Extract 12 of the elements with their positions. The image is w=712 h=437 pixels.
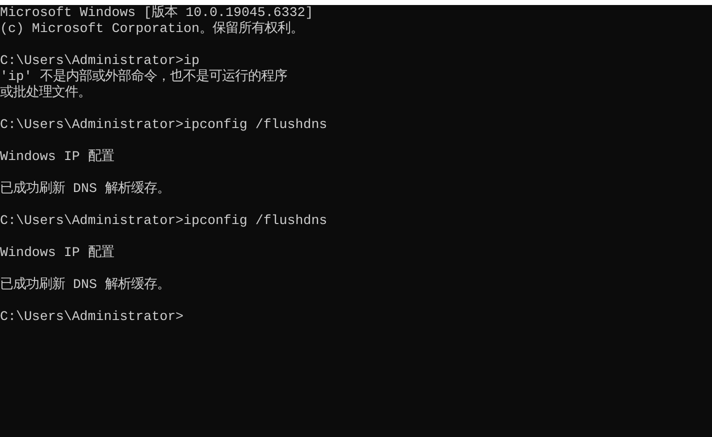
console-line: 已成功刷新 DNS 解析缓存。: [0, 181, 170, 197]
console-line: 或批处理文件。: [0, 85, 91, 101]
console-line: C:\Users\Administrator>ip: [0, 53, 200, 68]
console-line: 已成功刷新 DNS 解析缓存。: [0, 277, 170, 293]
console-line: C:\Users\Administrator>: [0, 309, 184, 325]
console-line: Microsoft Windows [版本 10.0.19045.6332]: [0, 5, 314, 21]
console-line: C:\Users\Administrator>ipconfig /flushdns: [0, 117, 328, 133]
console-line: 'ip' 不是内部或外部命令，也不是可运行的程序: [0, 69, 287, 84]
console-line: (c) Microsoft Corporation。保留所有权利。: [0, 21, 304, 37]
console-line: Windows IP 配置: [0, 245, 114, 261]
console-line: C:\Users\Administrator>ipconfig /flushdns: [0, 213, 328, 229]
console-line: Windows IP 配置: [0, 149, 114, 165]
